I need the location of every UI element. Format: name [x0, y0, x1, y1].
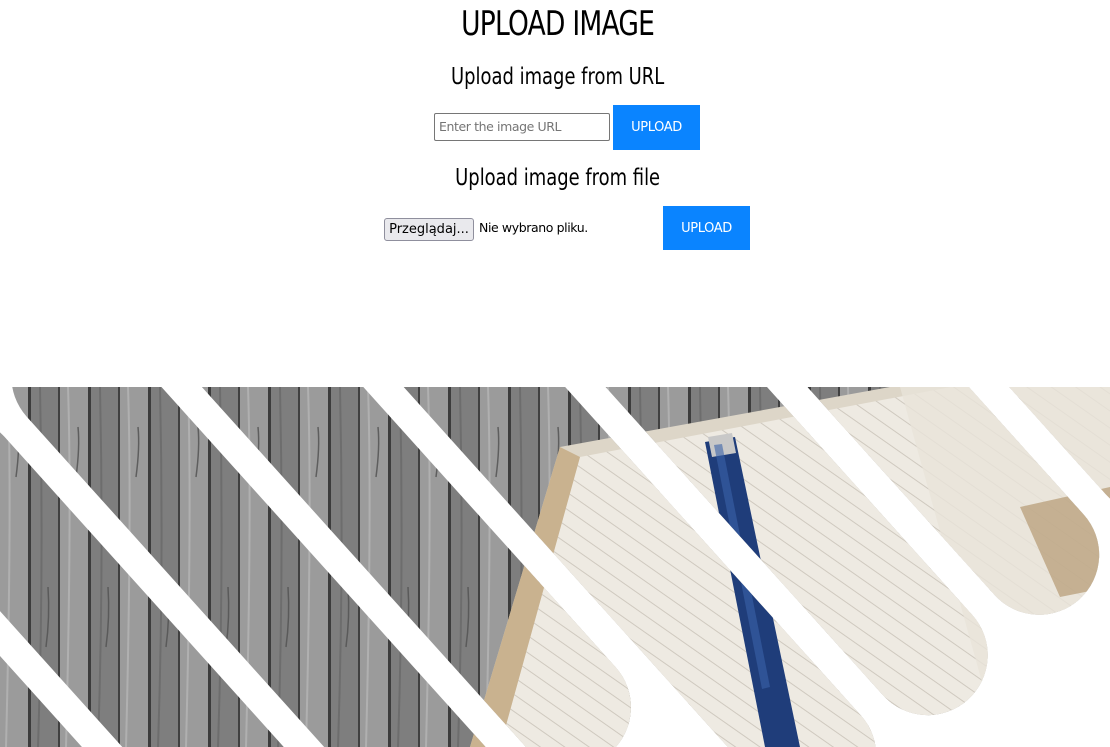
url-upload-heading: Upload image from URL	[451, 64, 665, 90]
decorative-striped-photo	[0, 387, 1110, 747]
page-title: UPLOAD IMAGE	[461, 4, 655, 44]
file-status-text: Nie wybrano pliku.	[479, 220, 588, 235]
file-browse-button[interactable]: Przeglądaj...	[384, 218, 474, 241]
upload-page: UPLOAD IMAGE Upload image from URL UPLOA…	[0, 0, 1110, 747]
image-url-input[interactable]	[434, 113, 610, 141]
upload-url-button[interactable]: UPLOAD	[613, 105, 700, 150]
file-upload-heading: Upload image from file	[455, 165, 661, 191]
upload-file-button[interactable]: UPLOAD	[663, 206, 750, 250]
